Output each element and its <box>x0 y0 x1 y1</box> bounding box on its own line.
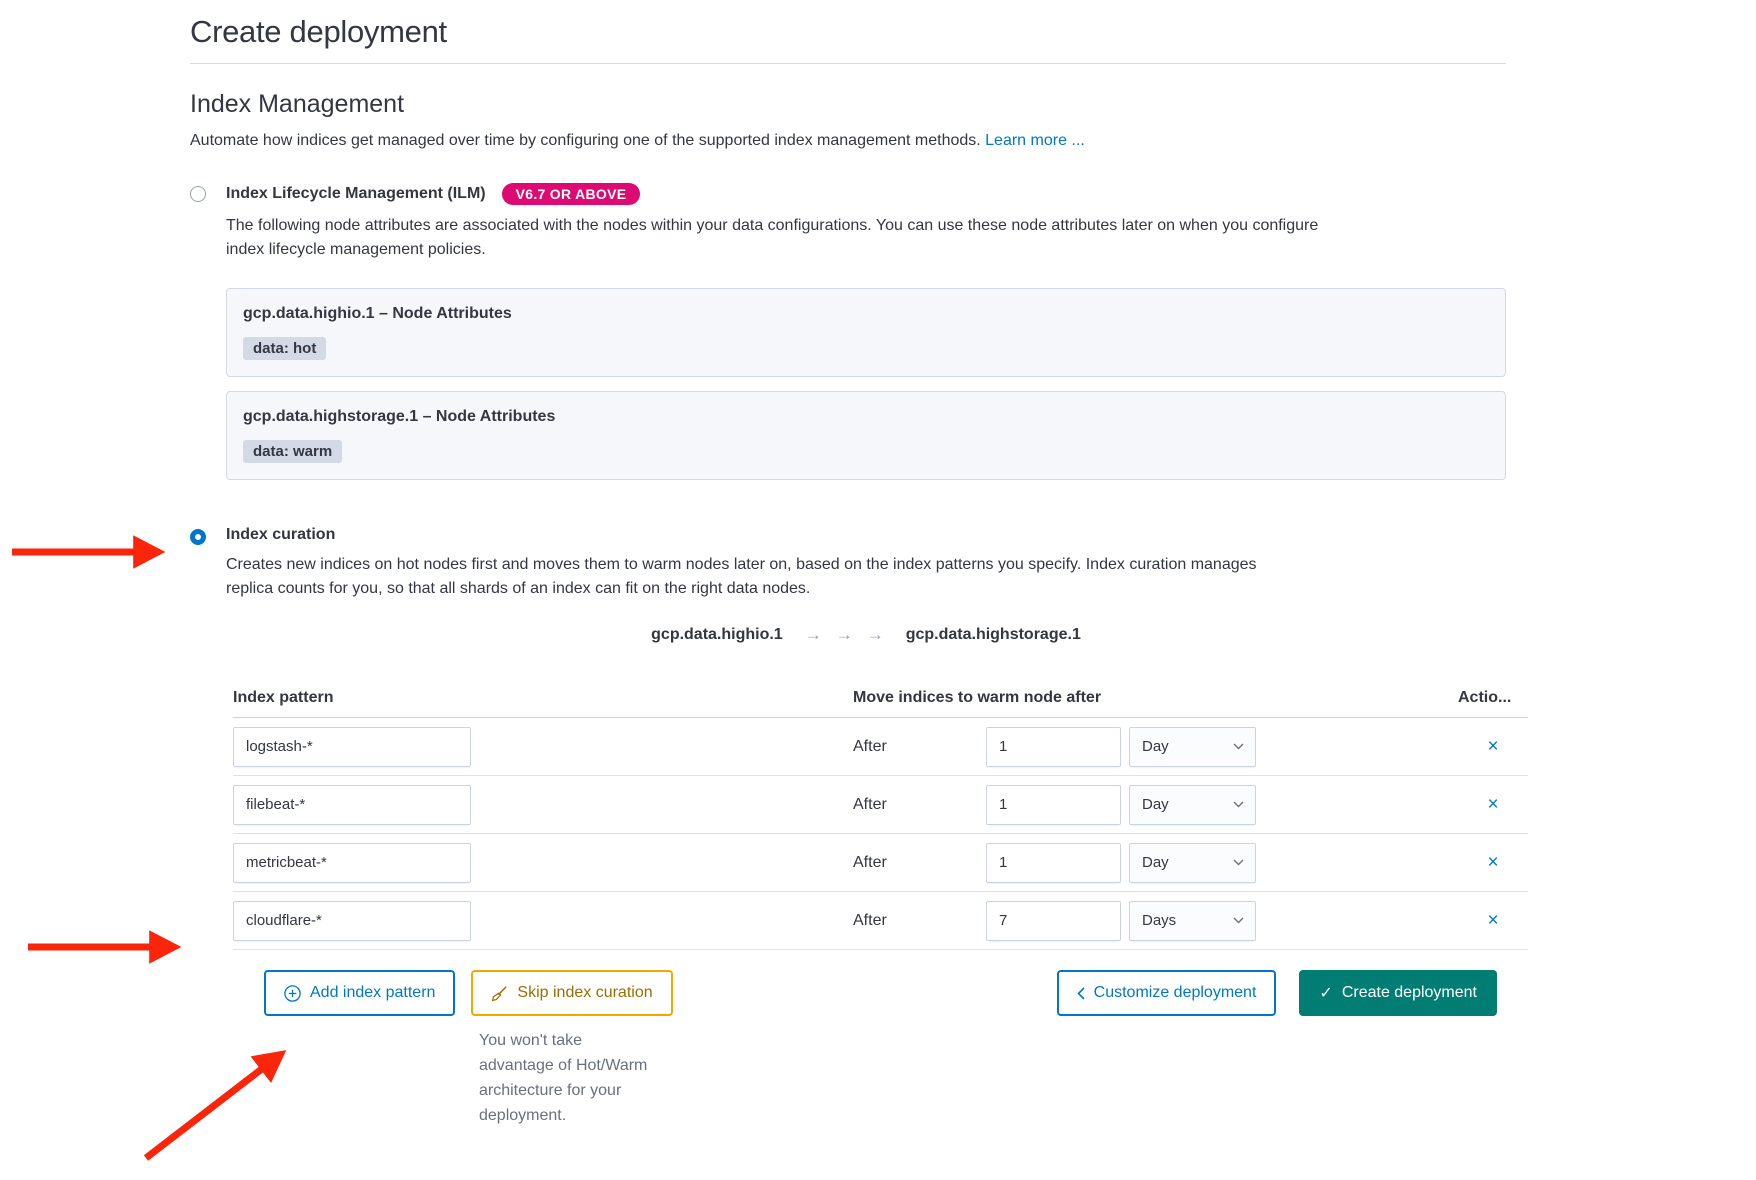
right-arrow-icon: → <box>867 625 884 645</box>
move-after-value-input[interactable] <box>986 843 1121 883</box>
after-label: After <box>853 796 986 814</box>
index-pattern-input[interactable] <box>233 901 471 941</box>
section-intro: Automate how indices get managed over ti… <box>190 129 1506 153</box>
move-after-value-input[interactable] <box>986 901 1121 941</box>
node-attribute-badge: data: warm <box>243 440 342 463</box>
page-title: Create deployment <box>190 14 1506 50</box>
unit-select[interactable]: Days <box>1129 901 1256 941</box>
flow-to-node: gcp.data.highstorage.1 <box>906 626 1081 644</box>
right-arrow-icon: → <box>836 625 853 645</box>
index-pattern-table: Index pattern Move indices to warm node … <box>233 681 1528 950</box>
curation-label: Index curation <box>226 526 335 544</box>
panel-title: gcp.data.highio.1 – Node Attributes <box>243 305 1489 323</box>
plus-in-circle-icon <box>284 985 301 1002</box>
flow-from-node: gcp.data.highio.1 <box>651 626 783 644</box>
move-after-value-input[interactable] <box>986 785 1121 825</box>
skip-index-curation-button[interactable]: Skip index curation <box>471 970 672 1016</box>
remove-row-icon[interactable]: × <box>1487 737 1498 756</box>
hot-warm-flow: gcp.data.highio.1 → → → gcp.data.highsto… <box>226 625 1506 645</box>
customize-button-label: Customize deployment <box>1094 984 1257 1002</box>
chevron-down-icon <box>1233 743 1244 750</box>
table-header-row: Index pattern Move indices to warm node … <box>233 681 1528 718</box>
remove-row-icon[interactable]: × <box>1487 795 1498 814</box>
index-pattern-input[interactable] <box>233 785 471 825</box>
option-index-curation: Index curation Creates new indices on ho… <box>190 526 1506 1128</box>
add-index-pattern-button[interactable]: Add index pattern <box>264 970 455 1016</box>
right-arrow-icon: → <box>805 625 822 645</box>
remove-row-icon[interactable]: × <box>1487 911 1498 930</box>
skip-button-label: Skip index curation <box>517 984 652 1002</box>
learn-more-link[interactable]: Learn more ... <box>985 132 1085 149</box>
chevron-left-icon <box>1077 987 1085 1000</box>
check-icon: ✓ <box>1319 983 1332 1003</box>
panel-title: gcp.data.highstorage.1 – Node Attributes <box>243 408 1489 426</box>
unit-select-value: Day <box>1142 796 1169 813</box>
version-badge: V6.7 OR ABOVE <box>502 183 641 205</box>
unit-select[interactable]: Day <box>1129 785 1256 825</box>
index-curation-radio[interactable] <box>190 529 206 545</box>
index-pattern-input[interactable] <box>233 727 471 767</box>
ilm-radio[interactable] <box>190 186 206 202</box>
table-row: After Day × <box>233 776 1528 834</box>
table-row: After Day × <box>233 718 1528 776</box>
unit-select[interactable]: Day <box>1129 727 1256 767</box>
skip-warning-text: You won't take advantage of Hot/Warm arc… <box>479 1028 657 1128</box>
intro-text: Automate how indices get managed over ti… <box>190 132 981 149</box>
flow-arrows: → → → <box>805 625 884 645</box>
ilm-description: The following node attributes are associ… <box>226 214 1336 262</box>
index-pattern-input[interactable] <box>233 843 471 883</box>
create-deployment-page: Create deployment Index Management Autom… <box>0 0 1756 1180</box>
curation-description: Creates new indices on hot nodes first a… <box>226 553 1286 601</box>
customize-deployment-button[interactable]: Customize deployment <box>1057 970 1277 1016</box>
add-button-label: Add index pattern <box>310 984 435 1002</box>
unit-select-value: Day <box>1142 738 1169 755</box>
actions-bar: Add index pattern Skip index curation Cu… <box>226 970 1506 1016</box>
unit-select[interactable]: Day <box>1129 843 1256 883</box>
title-divider <box>190 63 1506 64</box>
header-move-indices: Move indices to warm node after <box>853 689 1458 707</box>
table-row: After Day × <box>233 834 1528 892</box>
create-button-label: Create deployment <box>1342 984 1477 1002</box>
unit-select-value: Days <box>1142 912 1176 929</box>
move-after-value-input[interactable] <box>986 727 1121 767</box>
broom-icon <box>491 985 508 1002</box>
create-deployment-button[interactable]: ✓ Create deployment <box>1299 970 1497 1016</box>
after-label: After <box>853 738 986 756</box>
chevron-down-icon <box>1233 801 1244 808</box>
table-row-cloudflare: After Days × <box>233 892 1528 950</box>
header-index-pattern: Index pattern <box>233 689 853 707</box>
remove-row-icon[interactable]: × <box>1487 853 1498 872</box>
header-actions: Actio... <box>1458 689 1528 707</box>
node-attribute-badge: data: hot <box>243 337 326 360</box>
after-label: After <box>853 854 986 872</box>
unit-select-value: Day <box>1142 854 1169 871</box>
section-heading: Index Management <box>190 90 1506 119</box>
option-ilm: Index Lifecycle Management (ILM) V6.7 OR… <box>190 183 1506 480</box>
chevron-down-icon <box>1233 917 1244 924</box>
after-label: After <box>853 912 986 930</box>
chevron-down-icon <box>1233 859 1244 866</box>
ilm-label: Index Lifecycle Management (ILM) <box>226 185 486 203</box>
node-attributes-panel-hot: gcp.data.highio.1 – Node Attributes data… <box>226 288 1506 377</box>
node-attributes-panel-warm: gcp.data.highstorage.1 – Node Attributes… <box>226 391 1506 480</box>
